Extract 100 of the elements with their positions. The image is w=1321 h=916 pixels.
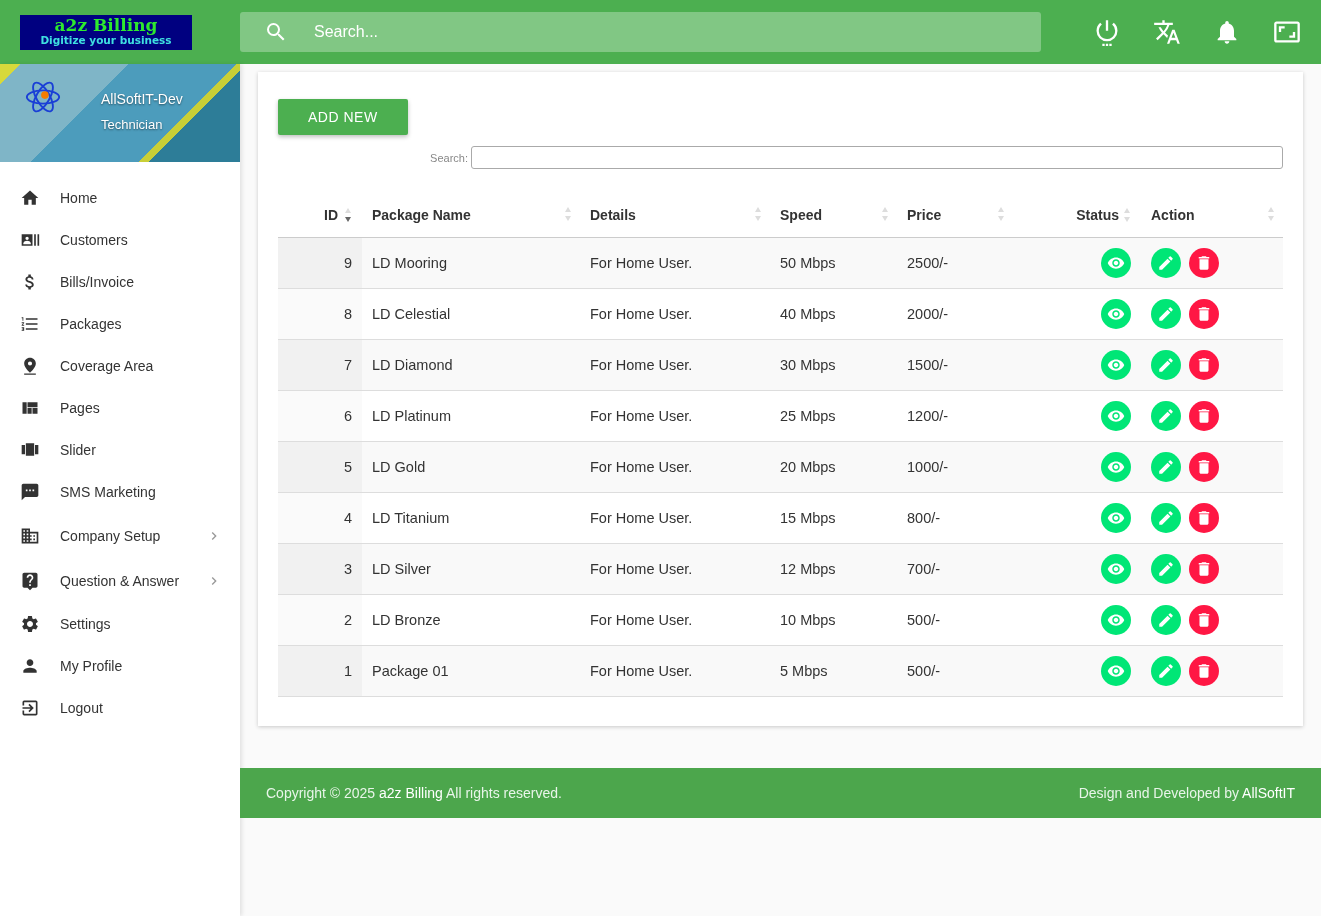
view-button[interactable] (1101, 452, 1131, 482)
view-button[interactable] (1101, 503, 1131, 533)
table-cell: 500/- (897, 645, 1013, 697)
edit-button[interactable] (1151, 299, 1181, 329)
pencil-icon (1157, 662, 1175, 680)
sidebar-item[interactable]: Coverage Area (0, 345, 240, 387)
sidebar-item[interactable]: Home (0, 177, 240, 219)
view-button[interactable] (1101, 554, 1131, 584)
sidebar-item[interactable]: Logout (0, 687, 240, 729)
view-button[interactable] (1101, 350, 1131, 380)
delete-button[interactable] (1189, 401, 1219, 431)
table-cell: 25 Mbps (770, 390, 897, 442)
view-button[interactable] (1101, 299, 1131, 329)
copyright-text: Copyright © 2025 a2z Billing All rights reserved. (266, 785, 562, 801)
table-cell: LD Titanium (362, 492, 580, 544)
eye-icon (1107, 662, 1125, 680)
table-cell: 20 Mbps (770, 441, 897, 493)
edit-button[interactable] (1151, 605, 1181, 635)
table-cell: For Home User. (580, 288, 770, 340)
delete-button[interactable] (1189, 248, 1219, 278)
eye-icon (1107, 254, 1125, 272)
table-cell: For Home User. (580, 237, 770, 289)
sidebar-item[interactable]: Company Setup (0, 513, 240, 558)
table-cell: 3 (278, 543, 362, 595)
search-input[interactable]: Search... (312, 22, 1041, 42)
table-cell: LD Silver (362, 543, 580, 595)
table-cell: For Home User. (580, 645, 770, 697)
table-cell: 50 Mbps (770, 237, 897, 289)
column-header[interactable]: Speed (770, 192, 897, 238)
table-cell: 2 (278, 594, 362, 646)
sidebar-item[interactable]: My Profile (0, 645, 240, 687)
edit-button[interactable] (1151, 401, 1181, 431)
eye-icon (1107, 458, 1125, 476)
sidebar-item[interactable]: Bills/Invoice (0, 261, 240, 303)
logo[interactable]: a2z Billing Digitize your business (20, 14, 192, 50)
sidebar-item[interactable]: Packages (0, 303, 240, 345)
table-cell: 9 (278, 237, 362, 289)
table-cell: For Home User. (580, 390, 770, 442)
column-header[interactable]: Price (897, 192, 1013, 238)
column-header[interactable]: Action (1141, 192, 1283, 238)
view-button[interactable] (1101, 248, 1131, 278)
table-cell: 6 (278, 390, 362, 442)
table-cell: LD Gold (362, 441, 580, 493)
search-label: Search: (430, 151, 468, 164)
pencil-icon (1157, 407, 1175, 425)
delete-button[interactable] (1189, 452, 1219, 482)
view-button[interactable] (1101, 656, 1131, 686)
table-cell: 8 (278, 288, 362, 340)
delete-button[interactable] (1189, 605, 1219, 635)
edit-button[interactable] (1151, 248, 1181, 278)
table-cell: 2500/- (897, 237, 1013, 289)
edit-button[interactable] (1151, 350, 1181, 380)
table-cell: 1200/- (897, 390, 1013, 442)
search-field[interactable] (471, 146, 1283, 169)
table-cell: LD Diamond (362, 339, 580, 391)
table-cell: LD Platinum (362, 390, 580, 442)
pencil-icon (1157, 611, 1175, 629)
view-button[interactable] (1101, 605, 1131, 635)
table-cell: For Home User. (580, 492, 770, 544)
view-button[interactable] (1101, 401, 1131, 431)
eye-icon (1107, 560, 1125, 578)
sidebar-item[interactable]: Question & Answer (0, 558, 240, 603)
delete-button[interactable] (1189, 299, 1219, 329)
delete-button[interactable] (1189, 656, 1219, 686)
table-cell: 15 Mbps (770, 492, 897, 544)
credit-text: Design and Developed by AllSoftIT (1078, 785, 1295, 801)
delete-button[interactable] (1189, 554, 1219, 584)
table-cell: 4 (278, 492, 362, 544)
table-cell: 2000/- (897, 288, 1013, 340)
table-cell: 1500/- (897, 339, 1013, 391)
edit-button[interactable] (1151, 656, 1181, 686)
translate-icon[interactable] (1153, 18, 1181, 46)
edit-button[interactable] (1151, 503, 1181, 533)
column-header[interactable]: Details (580, 192, 770, 238)
table-cell: 500/- (897, 594, 1013, 646)
eye-icon (1107, 611, 1125, 629)
question-icon (20, 570, 40, 591)
pencil-icon (1157, 356, 1175, 374)
table-cell: 1000/- (897, 441, 1013, 493)
pencil-icon (1157, 305, 1175, 323)
sidebar-item[interactable]: SMS Marketing (0, 471, 240, 513)
search-field[interactable]: Search... (240, 12, 1041, 52)
column-header[interactable]: Status (1013, 192, 1141, 238)
edit-button[interactable] (1151, 554, 1181, 584)
sidebar-item[interactable]: Settings (0, 603, 240, 645)
table-cell: 30 Mbps (770, 339, 897, 391)
column-header[interactable]: Package Name (362, 192, 580, 238)
sidebar-item[interactable]: Slider (0, 429, 240, 471)
table-cell: 1 (278, 645, 362, 697)
table-cell: 5 Mbps (770, 645, 897, 697)
eye-icon (1107, 356, 1125, 374)
delete-button[interactable] (1189, 350, 1219, 380)
pencil-icon (1157, 458, 1175, 476)
eye-icon (1107, 509, 1125, 527)
sidebar-item[interactable]: Pages (0, 387, 240, 429)
sidebar-item[interactable]: Customers (0, 219, 240, 261)
delete-button[interactable] (1189, 503, 1219, 533)
column-header[interactable]: ID (278, 192, 362, 238)
chat-icon (20, 482, 40, 502)
edit-button[interactable] (1151, 452, 1181, 482)
